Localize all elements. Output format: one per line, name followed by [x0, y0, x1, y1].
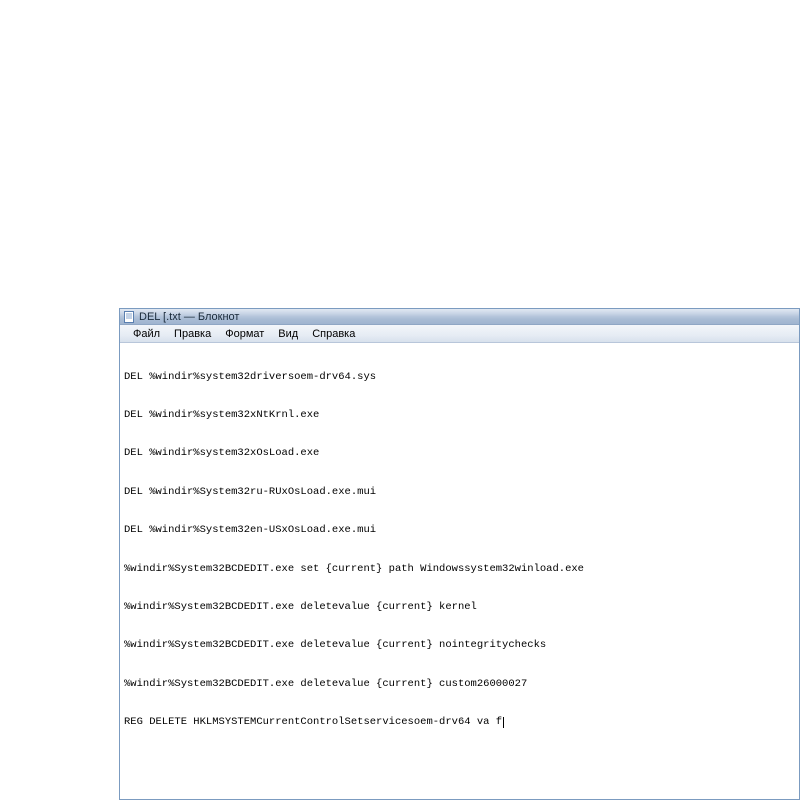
menu-edit[interactable]: Правка	[167, 326, 218, 342]
text-area[interactable]: DEL %windir%system32driversoem-drv64.sys…	[120, 343, 799, 799]
text-line: %windir%System32BCDEDIT.exe deletevalue …	[124, 678, 795, 691]
text-line: DEL %windir%System32en-USxOsLoad.exe.mui	[124, 524, 795, 537]
text-line: %windir%System32BCDEDIT.exe deletevalue …	[124, 639, 795, 652]
text-line: DEL %windir%system32xNtKrnl.exe	[124, 409, 795, 422]
titlebar[interactable]: DEL [.txt — Блокнот	[120, 309, 799, 325]
window-title: DEL [.txt — Блокнот	[139, 310, 239, 324]
text-cursor	[503, 717, 504, 728]
text-line: DEL %windir%system32xOsLoad.exe	[124, 447, 795, 460]
text-line: DEL %windir%system32driversoem-drv64.sys	[124, 371, 795, 384]
notepad-window: DEL [.txt — Блокнот Файл Правка Формат В…	[119, 308, 800, 800]
menu-format[interactable]: Формат	[218, 326, 271, 342]
text-line: DEL %windir%System32ru-RUxOsLoad.exe.mui	[124, 486, 795, 499]
menu-view[interactable]: Вид	[271, 326, 305, 342]
text-line: REG DELETE HKLMSYSTEMCurrentControlSetse…	[124, 716, 795, 729]
menubar: Файл Правка Формат Вид Справка	[120, 325, 799, 343]
notepad-icon	[123, 311, 135, 323]
menu-file[interactable]: Файл	[126, 326, 167, 342]
text-line: %windir%System32BCDEDIT.exe deletevalue …	[124, 601, 795, 614]
text-line: %windir%System32BCDEDIT.exe set {current…	[124, 563, 795, 576]
menu-help[interactable]: Справка	[305, 326, 362, 342]
